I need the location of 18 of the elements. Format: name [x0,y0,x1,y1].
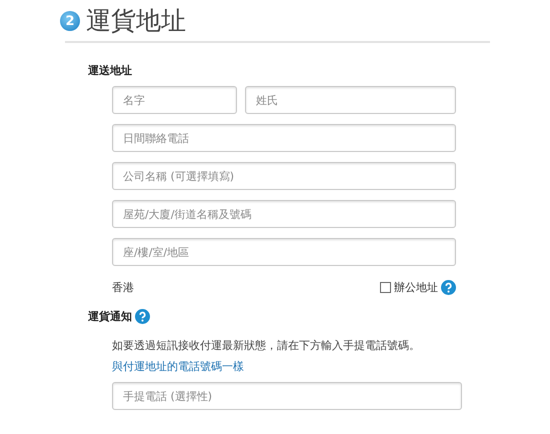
input-field[interactable]: 屋苑/大廈/街道名稱及號碼 [112,200,456,228]
region-text: 香港 [112,280,134,295]
help-icon[interactable] [441,280,456,295]
help-icon[interactable] [135,309,150,324]
section-label: 運貨通知 [88,309,132,324]
input-field[interactable]: 名字 [112,86,237,114]
section-label: 運送地址 [88,63,133,78]
input-field[interactable]: 姓氏 [245,86,456,114]
step-number-badge: 2 [60,11,80,31]
page-title: 運貨地址 [86,6,186,36]
input-field[interactable]: 日間聯絡電話 [112,124,456,152]
input-field[interactable]: 手提電話 (選擇性) [112,382,462,410]
same-phone-link[interactable]: 與付運地址的電話號碼一樣 [112,359,244,374]
checkbox[interactable] [380,282,391,293]
notice-text: 如要透過短訊接收付運最新狀態，請在下方輸入手提電話號碼。 [112,338,421,353]
checkbox-label: 辦公地址 [394,280,438,295]
input-field[interactable]: 座/樓/室/地區 [112,238,456,266]
input-field[interactable]: 公司名稱 (可選擇填寫) [112,162,456,190]
